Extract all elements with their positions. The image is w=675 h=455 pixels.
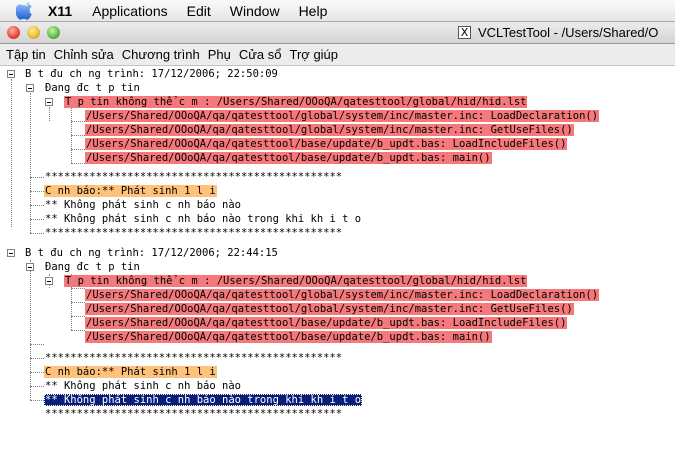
- tree-node-stack-frame[interactable]: /Users/Shared/OOoQA/qa/qatesttool/global…: [85, 123, 574, 137]
- tree-node-separator[interactable]: ****************************************…: [44, 407, 343, 421]
- tree-line: [71, 330, 85, 331]
- tree-node-error[interactable]: T p tin không thể c m : /Users/Shared/OO…: [64, 274, 528, 288]
- tree-node-error[interactable]: T p tin không thể c m : /Users/Shared/OO…: [64, 95, 528, 109]
- tree-node-warning[interactable]: C nh báo:** Phát sinh 1 l i: [44, 184, 217, 198]
- tree-node-run-root[interactable]: B t đu ch ng trình: 17/12/2006; 22:50:09: [24, 67, 279, 81]
- tree-node-stack-frame[interactable]: /Users/Shared/OOoQA/qa/qatesttool/global…: [85, 302, 574, 316]
- tree-line: [71, 121, 85, 122]
- tree-line: [49, 107, 50, 121]
- results-tree[interactable]: B t đu ch ng trình: 17/12/2006; 22:50:09…: [0, 66, 675, 455]
- tree-line: [30, 372, 44, 373]
- collapse-toggle-icon[interactable]: [26, 263, 34, 271]
- apple-icon[interactable]: [16, 1, 36, 21]
- tree-line: [30, 177, 44, 178]
- tree-node-separator[interactable]: ****************************************…: [44, 170, 343, 184]
- menu-file[interactable]: Tập tin: [6, 47, 46, 62]
- zoom-button[interactable]: [47, 26, 60, 39]
- tree-node-warning[interactable]: C nh báo:** Phát sinh 1 l i: [44, 365, 217, 379]
- tree-line: [30, 191, 44, 192]
- tree-node-reading[interactable]: Đang đc t p tin: [44, 81, 141, 95]
- menu-window-vi[interactable]: Cửa sổ: [239, 47, 282, 62]
- tree-node-info[interactable]: ** Không phát sinh c nh báo nào: [44, 379, 242, 393]
- mac-menubar: X11 Applications Edit Window Help: [0, 0, 675, 22]
- menu-help-vi[interactable]: Trợ giúp: [290, 47, 339, 62]
- tree-line: [71, 135, 85, 136]
- tree-line: [30, 386, 44, 387]
- tree-line: [30, 233, 44, 234]
- tree-node-reading[interactable]: Đang đc t p tin: [44, 260, 141, 274]
- menu-extra[interactable]: Phụ: [208, 47, 231, 62]
- tree-line: [11, 79, 12, 227]
- tree-line: [30, 219, 44, 220]
- collapse-toggle-icon[interactable]: [7, 70, 15, 78]
- tree-line: [71, 149, 85, 150]
- tree-node-run-root[interactable]: B t đu ch ng trình: 17/12/2006; 22:44:15: [24, 246, 279, 260]
- tree-line: [71, 163, 85, 164]
- tree-line: [71, 316, 85, 317]
- tree-line: [71, 288, 85, 289]
- tree-line: [30, 344, 44, 345]
- tree-node-info[interactable]: ** Không phát sinh c nh báo nào: [44, 198, 242, 212]
- menu-x11[interactable]: X11: [48, 3, 72, 19]
- tree-line: [30, 358, 44, 359]
- collapse-toggle-icon[interactable]: [7, 249, 15, 257]
- tree-line: [30, 260, 31, 400]
- window-title: VCLTestTool - /Users/Shared/O: [478, 25, 659, 40]
- menu-edit[interactable]: Edit: [187, 3, 211, 19]
- tree-line: [30, 400, 44, 401]
- close-button[interactable]: [7, 26, 20, 39]
- tree-node-separator[interactable]: ****************************************…: [44, 226, 343, 240]
- menu-help[interactable]: Help: [299, 3, 328, 19]
- tree-line: [71, 302, 85, 303]
- menu-edit-vi[interactable]: Chỉnh sửa: [54, 47, 114, 62]
- tree-node-info[interactable]: ** Không phát sinh c nh báo nào trong kh…: [44, 212, 362, 226]
- tree-node-stack-frame[interactable]: /Users/Shared/OOoQA/qa/qatesttool/base/u…: [85, 330, 492, 344]
- menu-program[interactable]: Chương trình: [122, 47, 200, 62]
- tree-node-info-selected[interactable]: ** Không phát sinh c nh báo nào trong kh…: [44, 393, 363, 407]
- tree-node-stack-frame[interactable]: /Users/Shared/OOoQA/qa/qatesttool/base/u…: [85, 151, 492, 165]
- tree-line: [30, 205, 44, 206]
- tree-node-stack-frame[interactable]: /Users/Shared/OOoQA/qa/qatesttool/global…: [85, 288, 600, 302]
- collapse-toggle-icon[interactable]: [26, 84, 34, 92]
- tree-node-stack-frame[interactable]: /Users/Shared/OOoQA/qa/qatesttool/base/u…: [85, 316, 568, 330]
- tree-line: [30, 93, 31, 233]
- tree-node-stack-frame[interactable]: /Users/Shared/OOoQA/qa/qatesttool/base/u…: [85, 137, 568, 151]
- collapse-toggle-icon[interactable]: [45, 98, 53, 106]
- x11-window-icon: X: [458, 26, 471, 39]
- menu-window[interactable]: Window: [230, 3, 280, 19]
- tree-node-stack-frame[interactable]: /Users/Shared/OOoQA/qa/qatesttool/global…: [85, 109, 600, 123]
- collapse-toggle-icon[interactable]: [45, 277, 53, 285]
- app-menubar: Tập tin Chỉnh sửa Chương trình Phụ Cửa s…: [0, 44, 675, 66]
- minimize-button[interactable]: [27, 26, 40, 39]
- window-titlebar[interactable]: X VCLTestTool - /Users/Shared/O: [0, 22, 675, 44]
- menu-applications[interactable]: Applications: [92, 3, 168, 19]
- tree-node-separator[interactable]: ****************************************…: [44, 351, 343, 365]
